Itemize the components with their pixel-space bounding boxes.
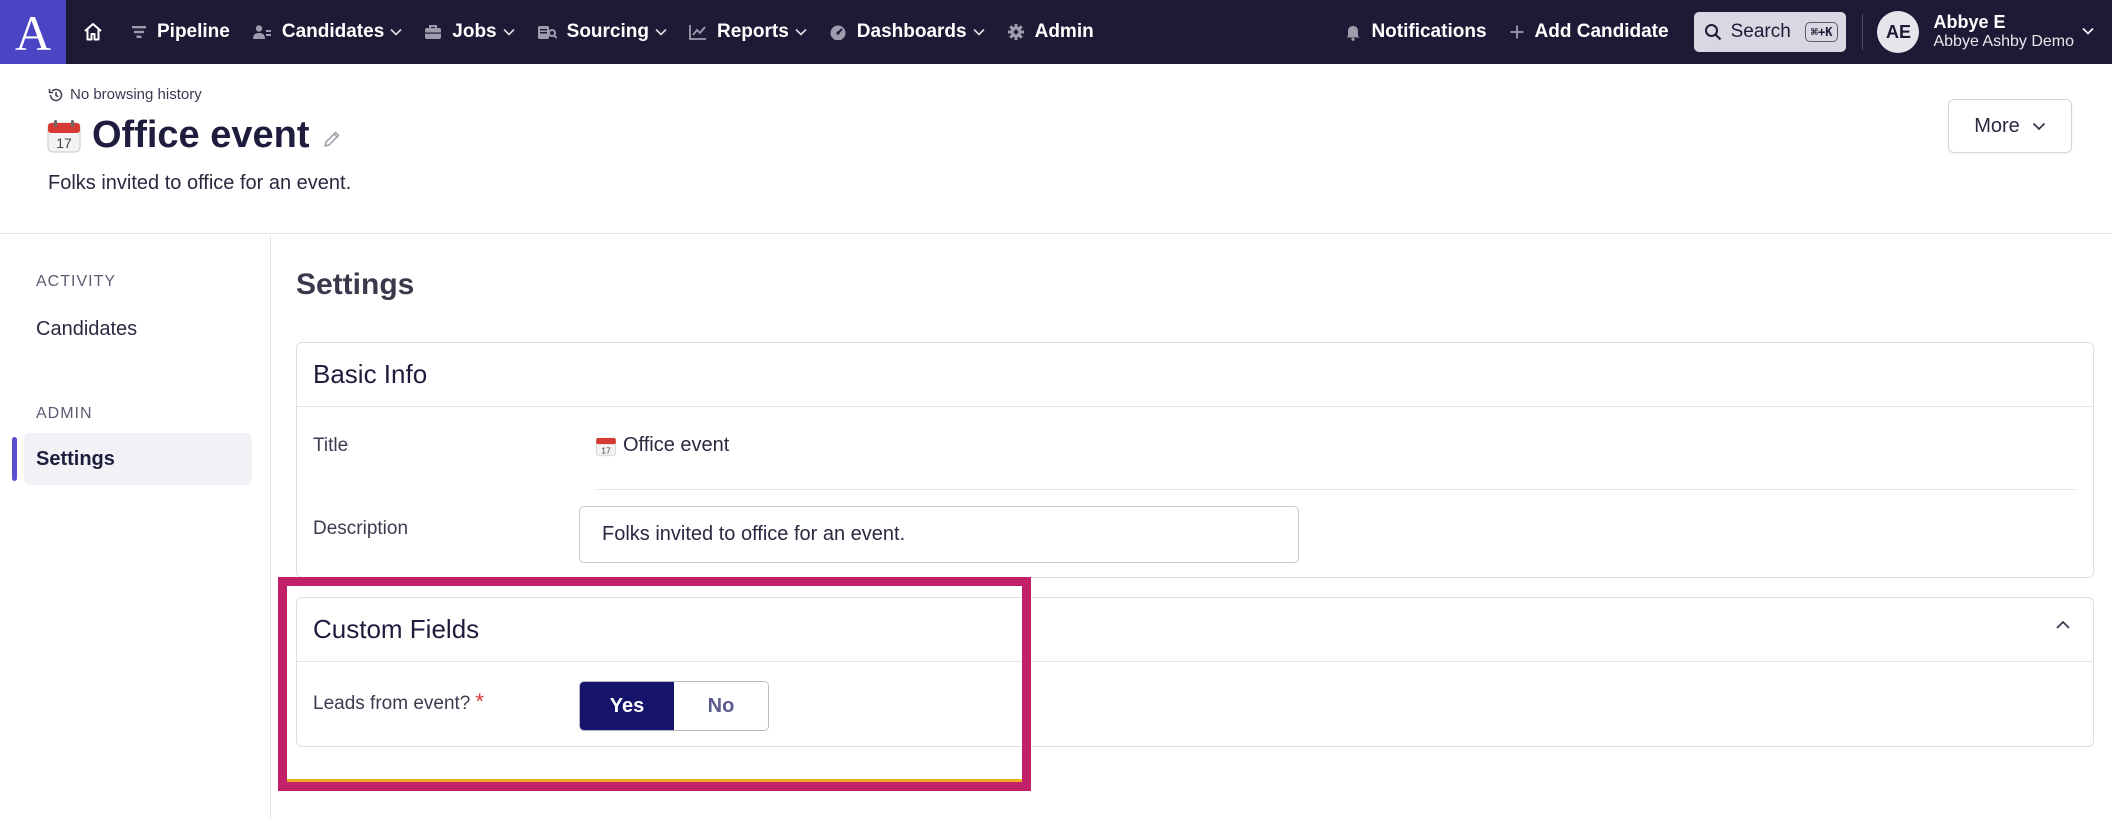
filter-icon [131,24,147,40]
chevron-down-icon [655,28,667,36]
title-label: Title [313,435,349,456]
no-option[interactable]: No [674,682,768,730]
chevron-down-icon [503,28,515,36]
history-text: No browsing history [70,86,202,103]
nav-sourcing[interactable]: Sourcing [526,0,678,64]
user-org: Abbye Ashby Demo [1933,33,2074,51]
custom-fields-heading: Custom Fields [297,598,2093,662]
logo-letter: A [14,5,52,61]
basic-info-heading: Basic Info [297,343,2093,407]
add-candidate-button[interactable]: Add Candidate [1498,0,1680,64]
app-logo[interactable]: A [0,0,66,64]
more-label: More [1974,114,2020,137]
top-nav: A Pipeline Candidates Jobs Sourcing Repo… [0,0,2112,64]
yes-no-toggle[interactable]: Yes No [579,681,769,731]
nav-admin[interactable]: Admin [996,0,1105,64]
nav-reports-label: Reports [716,21,789,42]
required-marker: * [475,689,484,714]
yes-option[interactable]: Yes [580,682,674,730]
chevron-up-icon[interactable] [2055,620,2071,630]
chevron-down-icon [795,28,807,36]
title-value-text: Office event [623,434,730,456]
basic-info-card: Basic Info Title 17 Office event Descrip… [296,342,2094,578]
nav-divider [1862,14,1864,50]
chevron-down-icon [2082,22,2094,40]
search-button[interactable]: Search ⌘+K [1693,12,1847,52]
sidebar-item-settings[interactable]: Settings [24,433,252,485]
gear-icon [1007,23,1025,41]
bell-icon [1345,24,1361,41]
briefcase-icon [424,24,442,40]
nav-sourcing-label: Sourcing [566,21,649,42]
description-field[interactable] [579,506,1299,563]
nav-reports[interactable]: Reports [678,0,818,64]
more-button[interactable]: More [1948,99,2072,153]
pencil-icon[interactable] [322,129,342,149]
nav-pipeline[interactable]: Pipeline [120,0,241,64]
nav-dashboards[interactable]: Dashboards [818,0,996,64]
row-divider [595,489,2077,490]
description-label: Description [313,518,409,539]
sidebar-item-candidates[interactable]: Candidates [24,303,252,355]
avatar: AE [1877,11,1920,53]
nav-candidates[interactable]: Candidates [241,0,413,64]
nav-candidates-label: Candidates [281,21,385,42]
nav-pipeline-label: Pipeline [157,21,230,42]
calendar-icon: 17 [595,437,617,456]
calendar-icon: 17 [47,119,81,152]
keyboard-shortcut: ⌘+K [1804,22,1839,42]
page-header: No browsing history 17 Office event Folk… [0,64,2112,234]
svg-text:17: 17 [601,445,611,455]
plus-icon [1509,24,1525,40]
home-button[interactable] [66,0,120,64]
chart-icon [689,24,707,40]
add-candidate-label: Add Candidate [1534,21,1669,42]
title-value[interactable]: 17 Office event [595,434,729,457]
page-description: Folks invited to office for an event. [48,172,352,194]
sidebar-heading-admin: ADMIN [36,405,93,422]
sidebar-heading-activity: ACTIVITY [36,273,117,290]
active-indicator [12,437,17,481]
sidebar-item-label: Candidates [36,317,138,340]
history-icon [48,88,63,101]
browsing-history: No browsing history [48,86,202,103]
leads-from-event-label: Leads from event? * [313,689,484,715]
settings-title: Settings [296,268,415,301]
notifications-label: Notifications [1371,21,1487,42]
chevron-down-icon [2032,122,2046,131]
nav-dashboards-label: Dashboards [856,21,967,42]
notifications-button[interactable]: Notifications [1334,0,1497,64]
field-label-text: Leads from event? [313,693,471,714]
sourcing-icon [537,24,557,40]
user-name: Abbye E [1933,12,2006,33]
user-menu[interactable]: AE Abbye E Abbye Ashby Demo [1877,11,2112,53]
page-title: Office event [92,114,310,156]
chevron-down-icon [390,28,402,36]
custom-fields-card: Custom Fields Leads from event? * Yes No [296,597,2094,747]
chevron-down-icon [973,28,985,36]
search-label: Search [1730,21,1791,42]
nav-jobs-label: Jobs [452,21,497,42]
home-icon [84,23,102,41]
sidebar-item-label: Settings [36,447,115,470]
nav-jobs[interactable]: Jobs [413,0,525,64]
search-icon [1704,24,1721,41]
svg-text:17: 17 [56,135,72,151]
nav-admin-label: Admin [1034,21,1094,42]
people-icon [252,24,272,40]
gauge-icon [829,24,847,40]
left-sidebar: ACTIVITY Candidates ADMIN Settings [0,235,271,818]
